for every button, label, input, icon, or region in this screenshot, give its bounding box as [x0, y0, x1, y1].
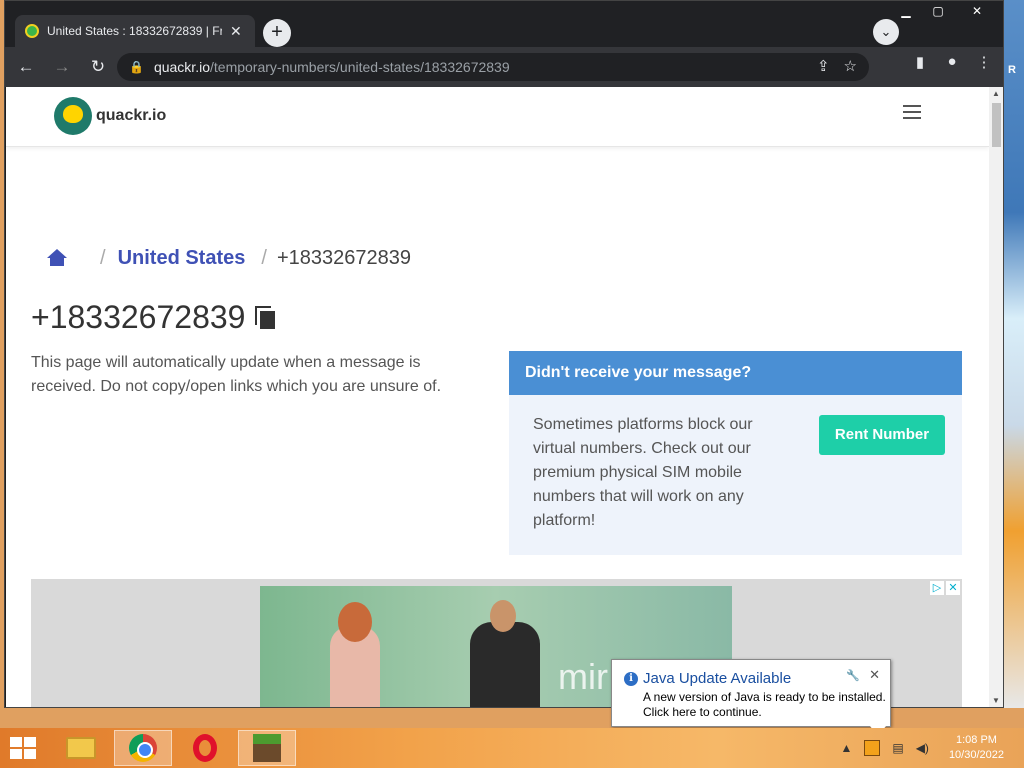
clock[interactable]: 1:08 PM 10/30/2022 [949, 733, 1004, 763]
windows-start-icon[interactable] [10, 737, 38, 759]
show-hidden-icons-icon[interactable]: ▲ [840, 741, 852, 755]
folder-icon [66, 737, 96, 759]
notification-body-line: Click here to continue. [643, 705, 762, 719]
site-header: quackr.io [6, 87, 989, 147]
home-icon[interactable] [46, 248, 68, 269]
notification-title[interactable]: Java Update Available [643, 670, 791, 687]
notification-close-icon[interactable]: ✕ [869, 667, 880, 683]
ad-brand-text: mir [558, 656, 608, 697]
rent-number-button[interactable]: Rent Number [819, 415, 945, 455]
tab-search-button[interactable]: ⌄ [873, 19, 899, 45]
tab-title: United States : 18332672839 | Fr [47, 24, 222, 38]
network-icon[interactable]: ▤ [892, 741, 903, 755]
ad-close-icon[interactable]: ✕ [946, 581, 960, 595]
close-window-button[interactable]: ✕ [955, 3, 999, 19]
minecraft-taskbar-button[interactable] [238, 730, 296, 766]
site-logo-text[interactable]: quackr.io [96, 107, 166, 125]
breadcrumb-separator: / [261, 247, 267, 269]
ad-choices-icon[interactable]: ▷ [930, 581, 944, 595]
minimize-button[interactable]: ▁ [891, 3, 921, 19]
breadcrumb-country-link[interactable]: United States [118, 247, 246, 270]
profile-icon[interactable]: ● [941, 53, 963, 71]
browser-toolbar: ← → ↻ 🔒 quackr.io/temporary-numbers/unit… [5, 47, 1003, 87]
page-viewport: quackr.io / United States / +18332672839… [6, 87, 989, 707]
url-host: quackr.io [153, 59, 210, 75]
options-wrench-icon[interactable]: 🔧 [846, 669, 860, 682]
browser-tab[interactable]: United States : 18332672839 | Fr ✕ [15, 15, 255, 47]
info-text: This page will automatically update when… [31, 354, 442, 395]
minecraft-icon [253, 734, 281, 762]
bookmark-star-icon[interactable]: ☆ [844, 57, 857, 75]
favicon-icon [25, 24, 39, 38]
chrome-window: United States : 18332672839 | Fr ✕ + ⌄ ▁… [4, 0, 1004, 708]
url-path: /temporary-numbers/united-states/1833267… [210, 59, 510, 75]
phone-number: +18332672839 [31, 299, 246, 335]
ad-person-man [470, 600, 540, 707]
scroll-down-icon[interactable]: ▼ [991, 696, 1001, 705]
menu-dots-icon[interactable]: ⋮ [973, 53, 995, 71]
scrollbar-thumb[interactable] [992, 103, 1001, 147]
system-tray: ▲ ▤ ◀) 1:08 PM 10/30/2022 [834, 728, 1024, 768]
breadcrumb-current: +18332672839 [276, 247, 411, 269]
desktop-fragment: R [1008, 64, 1016, 76]
chrome-icon [129, 734, 157, 762]
file-explorer-taskbar-button[interactable] [52, 730, 110, 766]
duck-logo-icon[interactable] [54, 97, 92, 135]
clock-date: 10/30/2022 [948, 749, 1004, 761]
vertical-scrollbar[interactable]: ▲ ▼ [989, 87, 1003, 707]
share-icon[interactable]: ⇪ [817, 57, 830, 75]
forward-button[interactable]: → [47, 52, 77, 82]
lock-icon[interactable]: 🔒 [129, 60, 144, 74]
page-title: +18332672839 [31, 299, 276, 336]
card-heading: Didn't receive your message? [509, 351, 962, 395]
breadcrumb: / United States / +18332672839 [46, 247, 411, 270]
rent-number-card: Didn't receive your message? Sometimes p… [509, 351, 962, 555]
tab-close-icon[interactable]: ✕ [230, 23, 242, 40]
java-tray-icon[interactable] [864, 740, 881, 756]
opera-taskbar-button[interactable] [176, 730, 234, 766]
hamburger-menu-icon[interactable] [903, 105, 921, 123]
new-tab-button[interactable]: + [263, 19, 291, 47]
opera-icon [193, 734, 217, 762]
ad-choices[interactable]: ▷ ✕ [930, 581, 960, 595]
volume-icon[interactable]: ◀) [916, 741, 929, 755]
reload-button[interactable]: ↻ [83, 52, 113, 82]
chrome-taskbar-button[interactable] [114, 730, 172, 766]
copy-icon[interactable] [255, 305, 276, 330]
desktop-background: R [1004, 0, 1024, 708]
tab-strip: United States : 18332672839 | Fr ✕ + ⌄ ▁… [5, 1, 1003, 47]
java-update-notification[interactable]: i Java Update Available A new version of… [611, 659, 891, 736]
window-controls: ▁ ▢ ✕ [891, 3, 999, 19]
ad-person-woman [330, 602, 380, 707]
breadcrumb-separator: / [100, 247, 106, 269]
taskbar: ▲ ▤ ◀) 1:08 PM 10/30/2022 [0, 728, 1024, 768]
card-body-text: Sometimes platforms block our virtual nu… [533, 416, 753, 529]
notification-body[interactable]: A new version of Java is ready to be ins… [643, 690, 886, 720]
clock-time: 1:08 PM [955, 734, 997, 746]
scroll-up-icon[interactable]: ▲ [991, 89, 1001, 98]
info-icon: i [624, 672, 638, 686]
side-panel-icon[interactable]: ▮ [909, 53, 931, 71]
maximize-button[interactable]: ▢ [923, 3, 953, 19]
address-bar[interactable]: 🔒 quackr.io/temporary-numbers/united-sta… [117, 53, 869, 81]
notification-body-line: A new version of Java is ready to be ins… [643, 690, 886, 704]
back-button[interactable]: ← [11, 52, 41, 82]
